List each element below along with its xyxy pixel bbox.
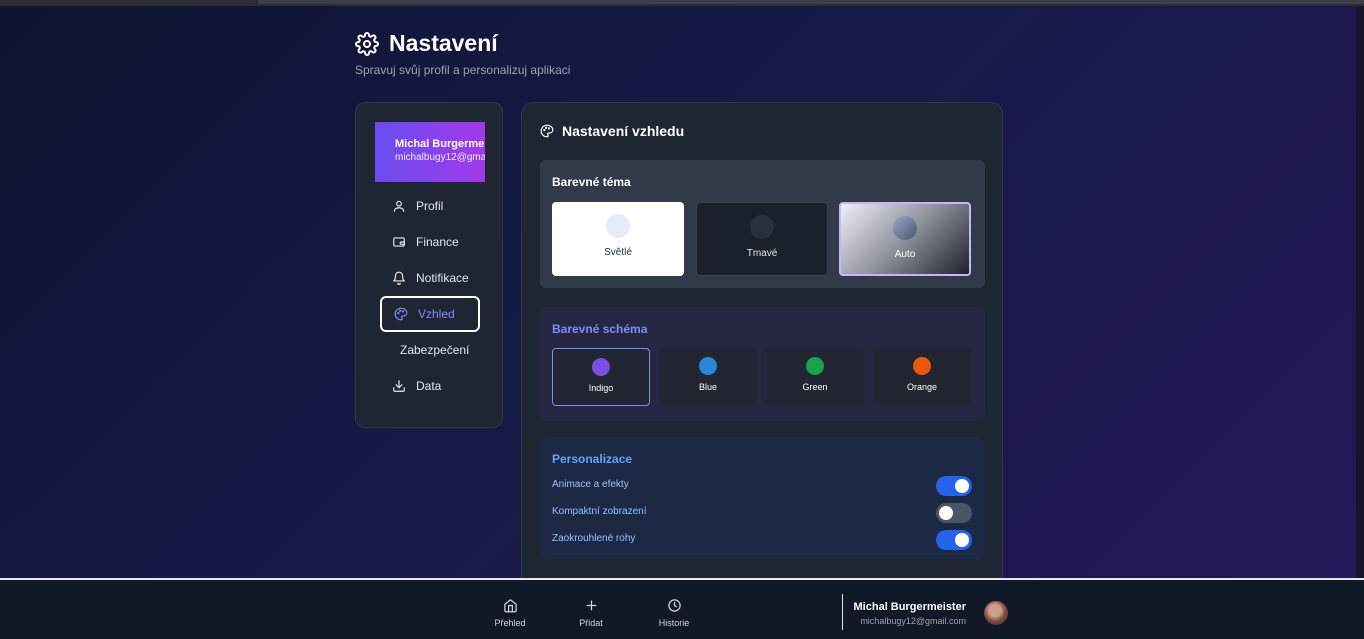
bottom-nav-label: Historie: [658, 618, 690, 628]
scheme-color-dot: [699, 357, 717, 375]
profile-card[interactable]: Michal Burgermeister michalbugy12@gmail.…: [375, 122, 485, 182]
bottom-nav-label: Přidat: [579, 618, 603, 628]
toggle-label: Kompaktní zobrazení: [552, 506, 647, 517]
compact-view-toggle[interactable]: [936, 503, 972, 523]
bottom-nav-historie[interactable]: Historie: [649, 598, 699, 628]
bell-icon: [393, 271, 405, 285]
toggle-row-compact: Kompaktní zobrazení: [552, 503, 972, 523]
bottom-user-name: Michal Burgermeister: [853, 601, 966, 613]
scheme-color-dot: [806, 357, 824, 375]
toggle-row-animations: Animace a efekty: [552, 476, 972, 496]
user-icon: [393, 200, 405, 212]
panel-heading: Nastavení vzhledu: [562, 123, 685, 139]
scheme-option-label: Green: [802, 382, 828, 392]
theme-preview-dot: [750, 215, 774, 239]
theme-section-label: Barevné téma: [552, 175, 631, 189]
home-icon: [503, 599, 517, 613]
sidebar-item-finance[interactable]: Finance: [380, 224, 480, 260]
toggle-knob: [955, 533, 969, 547]
gear-icon: [355, 31, 379, 56]
plus-icon: [586, 600, 596, 611]
sidebar-item-label: Zabezpečení: [400, 343, 470, 357]
scheme-section-label: Barevné schéma: [552, 322, 648, 336]
toggle-knob: [955, 479, 969, 493]
theme-preview-dot: [893, 216, 917, 240]
sidebar-item-notifikace[interactable]: Notifikace: [380, 260, 480, 296]
bottom-nav-pridat[interactable]: Přidat: [566, 598, 616, 628]
bottom-nav-prehled[interactable]: Přehled: [485, 598, 535, 628]
sidebar-item-label: Finance: [416, 235, 459, 249]
personalization-section-label: Personalizace: [552, 452, 633, 466]
appearance-panel: Nastavení vzhledu Barevné téma Světlé Tm…: [521, 102, 1003, 592]
toggle-label: Zaokrouhlené rohy: [552, 533, 636, 544]
theme-option-label: Auto: [894, 249, 916, 260]
avatar[interactable]: [984, 601, 1008, 625]
sidebar-item-label: Data: [416, 379, 442, 393]
scheme-option-blue[interactable]: Blue: [659, 348, 757, 406]
bottom-divider: [842, 594, 843, 630]
animations-toggle[interactable]: [936, 476, 972, 496]
theme-preview-dot: [606, 214, 630, 238]
sidebar-item-label: Profil: [416, 199, 444, 213]
window-top-bar: [0, 0, 1364, 6]
scheme-option-green[interactable]: Green: [766, 348, 864, 406]
scheme-option-label: Indigo: [588, 383, 614, 393]
wallet-icon: [393, 237, 405, 247]
theme-option-label: Světlé: [604, 247, 632, 258]
bottom-nav-label: Přehled: [494, 618, 526, 628]
profile-name: Michal Burgermeister: [395, 138, 485, 150]
settings-sidebar: Michal Burgermeister michalbugy12@gmail.…: [355, 102, 503, 428]
scheme-option-orange[interactable]: Orange: [873, 348, 971, 406]
panel-title: Nastavení vzhledu: [540, 123, 684, 139]
sidebar-item-label: Notifikace: [416, 271, 469, 285]
bottom-nav-bar: Přehled Přidat Historie Michal Burgermei…: [0, 578, 1364, 639]
scheme-option-indigo[interactable]: Indigo: [552, 348, 650, 406]
toggle-row-rounded: Zaokrouhlené rohy: [552, 530, 972, 550]
theme-option-light[interactable]: Světlé: [552, 202, 684, 276]
sidebar-item-vzhled[interactable]: Vzhled: [380, 296, 480, 332]
theme-option-dark[interactable]: Tmavé: [696, 202, 828, 276]
scheme-color-dot: [913, 357, 931, 375]
scheme-option-label: Blue: [698, 382, 717, 392]
download-icon: [393, 380, 405, 392]
bottom-user-info[interactable]: Michal Burgermeister michalbugy12@gmail.…: [854, 601, 966, 626]
color-scheme-section: Barevné schéma Indigo Blue Green Orange: [540, 307, 985, 421]
palette-icon: [394, 307, 408, 321]
toggle-knob: [939, 506, 953, 520]
personalization-section: Personalizace Animace a efekty Kompaktní…: [540, 437, 985, 559]
profile-email: michalbugy12@gmail.com: [395, 152, 485, 163]
page-title: Nastavení: [355, 30, 498, 57]
scheme-color-dot: [592, 358, 610, 376]
scrollbar[interactable]: [1356, 6, 1364, 578]
theme-section: Barevné téma Světlé Tmavé Auto: [540, 160, 985, 288]
theme-option-label: Tmavé: [746, 248, 778, 259]
palette-icon: [540, 124, 554, 138]
toggle-label: Animace a efekty: [552, 479, 629, 490]
scheme-option-label: Orange: [906, 382, 938, 392]
rounded-corners-toggle[interactable]: [936, 530, 972, 550]
page-heading: Nastavení: [389, 30, 498, 56]
theme-option-auto[interactable]: Auto: [839, 202, 971, 276]
top-bar-segment: [258, 0, 1364, 4]
sidebar-item-profil[interactable]: Profil: [380, 188, 480, 224]
page-subtitle: Spravuj svůj profil a personalizuj aplik…: [355, 63, 571, 77]
sidebar-item-label: Vzhled: [418, 307, 455, 321]
sidebar-item-data[interactable]: Data: [380, 368, 480, 404]
clock-icon: [667, 599, 681, 612]
bottom-user-email: michalbugy12@gmail.com: [860, 616, 966, 626]
sidebar-item-zabezpeceni[interactable]: Zabezpečení: [380, 332, 480, 368]
